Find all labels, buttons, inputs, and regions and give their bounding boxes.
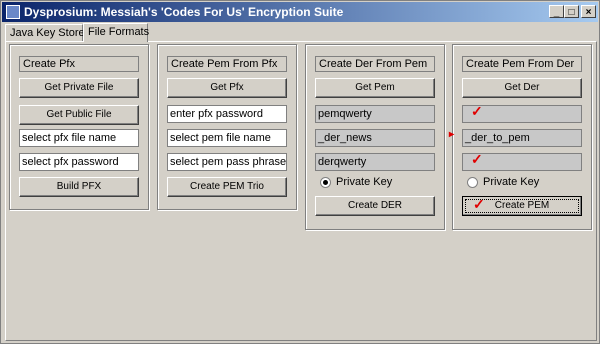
app-window: Dysprosium: Messiah's 'Codes For Us' Enc… — [0, 0, 600, 344]
create-der-button[interactable]: Create DER — [315, 196, 435, 216]
red-check-mark: ✓ — [473, 196, 485, 212]
private-key-radio[interactable] — [320, 177, 331, 188]
red-check-mark: ✓ — [471, 103, 483, 119]
private-key-label: Private Key — [336, 176, 393, 188]
create-pfx-panel: Create Pfx Get Private File Get Public F… — [9, 44, 149, 210]
private-key-radio[interactable] — [467, 177, 478, 188]
create-pem-trio-button[interactable]: Create PEM Trio — [167, 177, 287, 197]
minimize-button[interactable]: _ — [549, 5, 564, 18]
red-arrow-mark: ▸ — [449, 129, 455, 140]
get-der-button[interactable]: Get Der — [462, 78, 582, 98]
get-pfx-button[interactable]: Get Pfx — [167, 78, 287, 98]
der-file-name-field[interactable]: _der_news — [315, 129, 435, 147]
private-key-label: Private Key — [483, 176, 540, 188]
tab-java-key-store[interactable]: Java Key Store — [5, 24, 85, 41]
pem-field[interactable]: pemqwerty — [315, 105, 435, 123]
red-check-mark: ✓ — [471, 151, 483, 167]
radio-selected-dot — [323, 180, 328, 185]
panel-header: Create Pfx — [19, 56, 139, 72]
pem-file-name-input[interactable]: select pem file name — [167, 129, 287, 147]
get-public-file-button[interactable]: Get Public File — [19, 105, 139, 125]
der-password-field[interactable]: derqwerty — [315, 153, 435, 171]
panel-header: Create Pem From Pfx — [167, 56, 287, 72]
get-pem-button[interactable]: Get Pem — [315, 78, 435, 98]
app-icon — [6, 5, 20, 19]
panel-header: Create Pem From Der — [462, 56, 582, 72]
tab-file-formats[interactable]: File Formats — [83, 23, 149, 42]
pfx-password-input[interactable]: select pfx password — [19, 153, 139, 171]
pem-output-name-field[interactable]: _der_to_pem — [462, 129, 582, 147]
get-private-file-button[interactable]: Get Private File — [19, 78, 139, 98]
window-title: Dysprosium: Messiah's 'Codes For Us' Enc… — [24, 5, 344, 19]
pfx-file-name-input[interactable]: select pfx file name — [19, 129, 139, 147]
close-button[interactable]: × — [581, 5, 596, 18]
pfx-password-input[interactable]: enter pfx password — [167, 105, 287, 123]
create-der-from-pem-panel: Create Der From Pem Get Pem pemqwerty _d… — [305, 44, 445, 230]
build-pfx-button[interactable]: Build PFX — [19, 177, 139, 197]
pem-pass-phrase-input[interactable]: select pem pass phrase — [167, 153, 287, 171]
create-pem-from-pfx-panel: Create Pem From Pfx Get Pfx enter pfx pa… — [157, 44, 297, 210]
maximize-button[interactable]: □ — [564, 5, 579, 18]
title-bar[interactable]: Dysprosium: Messiah's 'Codes For Us' Enc… — [2, 2, 598, 22]
panel-header: Create Der From Pem — [315, 56, 435, 72]
